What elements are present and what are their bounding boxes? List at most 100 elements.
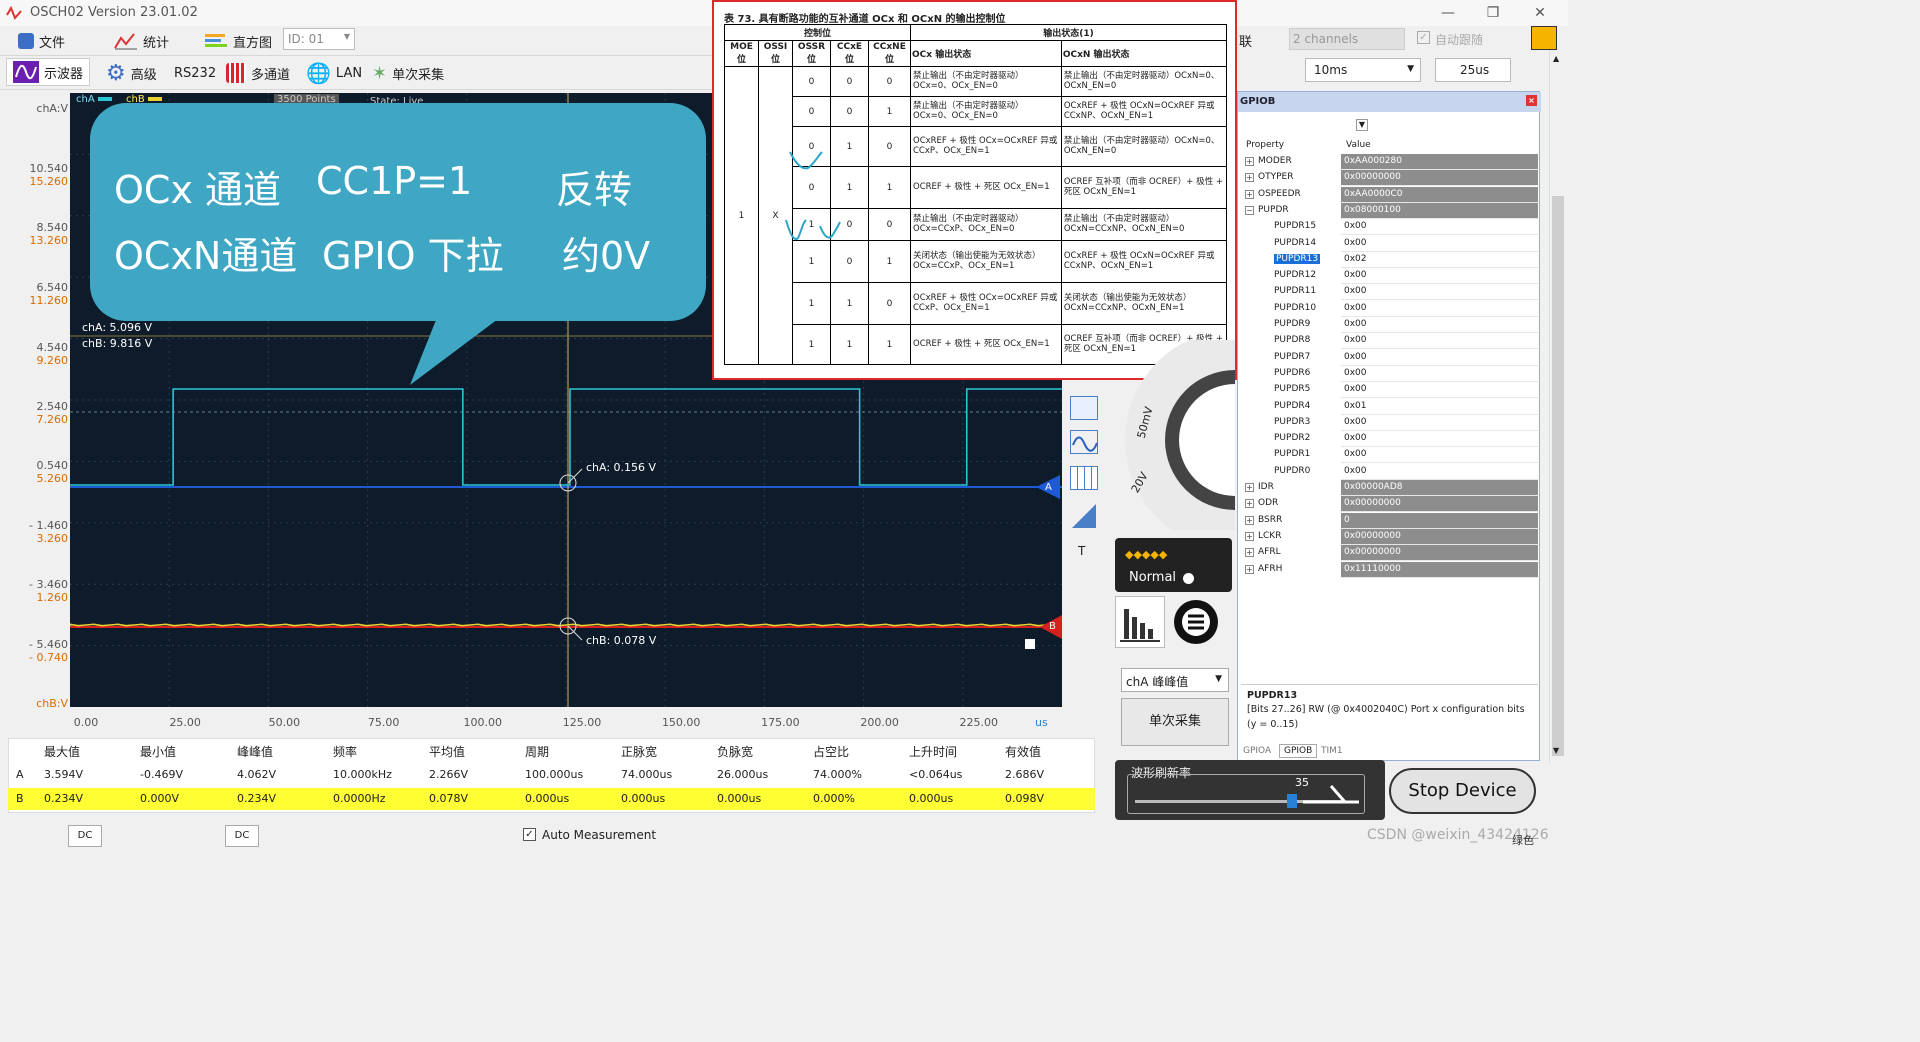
register-value[interactable]: 0x02: [1341, 252, 1538, 268]
register-value[interactable]: 0x11110000: [1341, 561, 1538, 578]
multichannel-tab[interactable]: 多通道: [220, 59, 296, 87]
register-row-pupdr1[interactable]: PUPDR1 0x00: [1244, 447, 1538, 464]
volts-div-knob[interactable]: 50mV 20V: [1115, 330, 1345, 550]
scroll-up-icon[interactable]: ▲: [1553, 54, 1559, 63]
register-value[interactable]: 0x00000AD8: [1341, 480, 1538, 496]
dc-button-a[interactable]: DC: [68, 825, 102, 847]
register-value[interactable]: 0x00: [1341, 382, 1538, 399]
register-row-pupdr0[interactable]: PUPDR0 0x00: [1244, 464, 1538, 480]
expand-icon[interactable]: +: [1245, 515, 1254, 525]
tab-tim1[interactable]: TIM1: [1321, 746, 1343, 756]
lock-icon[interactable]: [1531, 26, 1557, 50]
stop-device-button[interactable]: Stop Device: [1389, 768, 1536, 814]
channels-select[interactable]: 2 channels: [1289, 28, 1405, 50]
histogram-menu[interactable]: 直方图: [198, 27, 278, 55]
settings-button[interactable]: [1170, 596, 1222, 648]
register-row-odr[interactable]: + ODR 0x00000000: [1244, 496, 1538, 513]
register-value[interactable]: 0x00: [1341, 415, 1538, 431]
file-menu[interactable]: 文件: [12, 27, 71, 55]
tab-gpiob[interactable]: GPIOB: [1279, 744, 1318, 758]
advanced-tab[interactable]: ⚙ 高级: [100, 59, 163, 87]
stats-menu[interactable]: 统计: [108, 27, 175, 55]
register-value[interactable]: 0x00000000: [1341, 528, 1538, 545]
single-capture-button[interactable]: 单次采集: [1121, 698, 1229, 746]
register-row-bsrr[interactable]: + BSRR 0: [1244, 512, 1538, 529]
expand-icon[interactable]: +: [1245, 531, 1254, 541]
register-value[interactable]: 0x00: [1341, 464, 1538, 480]
timebase-select[interactable]: 10ms ▼: [1305, 58, 1421, 82]
register-value[interactable]: 0x00: [1341, 317, 1538, 333]
register-row-pupdr7[interactable]: PUPDR7 0x00: [1244, 350, 1538, 366]
register-value[interactable]: 0x00: [1341, 236, 1538, 252]
register-row-pupdr12[interactable]: PUPDR12 0x00: [1244, 268, 1538, 285]
register-value[interactable]: 0: [1341, 512, 1538, 529]
register-row-pupdr9[interactable]: PUPDR9 0x00: [1244, 317, 1538, 333]
register-value[interactable]: 0x00: [1341, 366, 1538, 382]
register-value[interactable]: 0xAA000280: [1341, 154, 1538, 170]
register-value[interactable]: 0x00: [1341, 284, 1538, 301]
wave-icon[interactable]: [1070, 430, 1098, 454]
register-row-pupdr[interactable]: − PUPDR 0x08000100: [1244, 202, 1538, 219]
register-row-pupdr2[interactable]: PUPDR2 0x00: [1244, 431, 1538, 448]
panel-close-icon[interactable]: ×: [1526, 95, 1537, 106]
single-capture-tab[interactable]: ✶ 单次采集: [366, 59, 450, 87]
marker-a-label[interactable]: A: [1045, 482, 1052, 493]
register-row-pupdr15[interactable]: PUPDR15 0x00: [1244, 219, 1538, 236]
register-value[interactable]: 0x00000000: [1341, 496, 1538, 513]
image-icon[interactable]: [1070, 396, 1098, 420]
scroll-down-icon[interactable]: ▼: [1553, 746, 1559, 755]
register-row-otyper[interactable]: + OTYPER 0x00000000: [1244, 170, 1538, 187]
expand-icon[interactable]: +: [1245, 564, 1254, 574]
register-row-pupdr11[interactable]: PUPDR11 0x00: [1244, 284, 1538, 301]
expand-icon[interactable]: +: [1245, 189, 1254, 199]
register-value[interactable]: 0x00: [1341, 219, 1538, 236]
register-value[interactable]: 0x00: [1341, 268, 1538, 285]
t-label[interactable]: T: [1078, 544, 1085, 558]
register-row-afrh[interactable]: + AFRH 0x11110000: [1244, 561, 1538, 578]
register-row-pupdr4[interactable]: PUPDR4 0x01: [1244, 399, 1538, 415]
filter-dropdown[interactable]: ▼: [1356, 119, 1368, 131]
register-row-pupdr6[interactable]: PUPDR6 0x00: [1244, 366, 1538, 382]
register-value[interactable]: 0x00000000: [1341, 170, 1538, 187]
register-row-ospeedr[interactable]: + OSPEEDR 0xAA0000C0: [1244, 186, 1538, 203]
register-row-pupdr3[interactable]: PUPDR3 0x00: [1244, 415, 1538, 431]
tab-gpioa[interactable]: GPIOA: [1243, 746, 1271, 756]
marker-b-label[interactable]: B: [1049, 621, 1056, 632]
refresh-rate-thumb[interactable]: [1287, 794, 1297, 808]
register-value[interactable]: 0x00: [1341, 431, 1538, 448]
maximize-button[interactable]: ❐: [1473, 2, 1513, 24]
register-row-lckr[interactable]: + LCKR 0x00000000: [1244, 528, 1538, 545]
table-grid-icon[interactable]: [1070, 466, 1098, 490]
expand-icon[interactable]: +: [1245, 499, 1254, 509]
scroll-thumb[interactable]: [1552, 196, 1564, 756]
register-row-pupdr5[interactable]: PUPDR5 0x00: [1244, 382, 1538, 399]
register-value[interactable]: 0x00: [1341, 333, 1538, 350]
register-value[interactable]: 0x00: [1341, 447, 1538, 464]
register-row-pupdr8[interactable]: PUPDR8 0x00: [1244, 333, 1538, 350]
expand-icon[interactable]: +: [1245, 173, 1254, 183]
auto-measure-checkbox[interactable]: ✓: [523, 828, 536, 841]
cha-tab[interactable]: chA: [76, 94, 95, 105]
scope-tab[interactable]: 示波器: [6, 58, 91, 86]
register-row-pupdr13[interactable]: PUPDR13 0x02: [1244, 252, 1538, 268]
register-row-pupdr14[interactable]: PUPDR14 0x00: [1244, 236, 1538, 252]
rs232-tab[interactable]: RS232: [168, 59, 222, 87]
register-row-idr[interactable]: + IDR 0x00000AD8: [1244, 480, 1538, 496]
close-button[interactable]: ✕: [1520, 2, 1560, 24]
follow-checkbox[interactable]: ✓: [1417, 31, 1430, 44]
expand-icon[interactable]: +: [1245, 548, 1254, 558]
time-div-field[interactable]: 25us: [1435, 58, 1511, 82]
register-value[interactable]: 0x01: [1341, 399, 1538, 415]
vertical-scrollbar[interactable]: ▲ ▼: [1549, 50, 1566, 763]
ruler-icon[interactable]: [1072, 504, 1096, 528]
register-value[interactable]: 0x00: [1341, 350, 1538, 366]
register-value[interactable]: 0xAA0000C0: [1341, 186, 1538, 203]
trigger-mode-panel[interactable]: ◆◆◆◆◆ Normal: [1115, 538, 1232, 592]
minimize-button[interactable]: —: [1428, 2, 1468, 24]
register-value[interactable]: 0x00: [1341, 301, 1538, 317]
device-id-select[interactable]: ID: 01 ▼: [283, 28, 355, 50]
register-value[interactable]: 0x08000100: [1341, 202, 1538, 219]
register-row-moder[interactable]: + MODER 0xAA000280: [1244, 154, 1538, 170]
register-row-afrl[interactable]: + AFRL 0x00000000: [1244, 545, 1538, 562]
measure-select[interactable]: chA 峰峰值 ▼: [1121, 668, 1229, 692]
